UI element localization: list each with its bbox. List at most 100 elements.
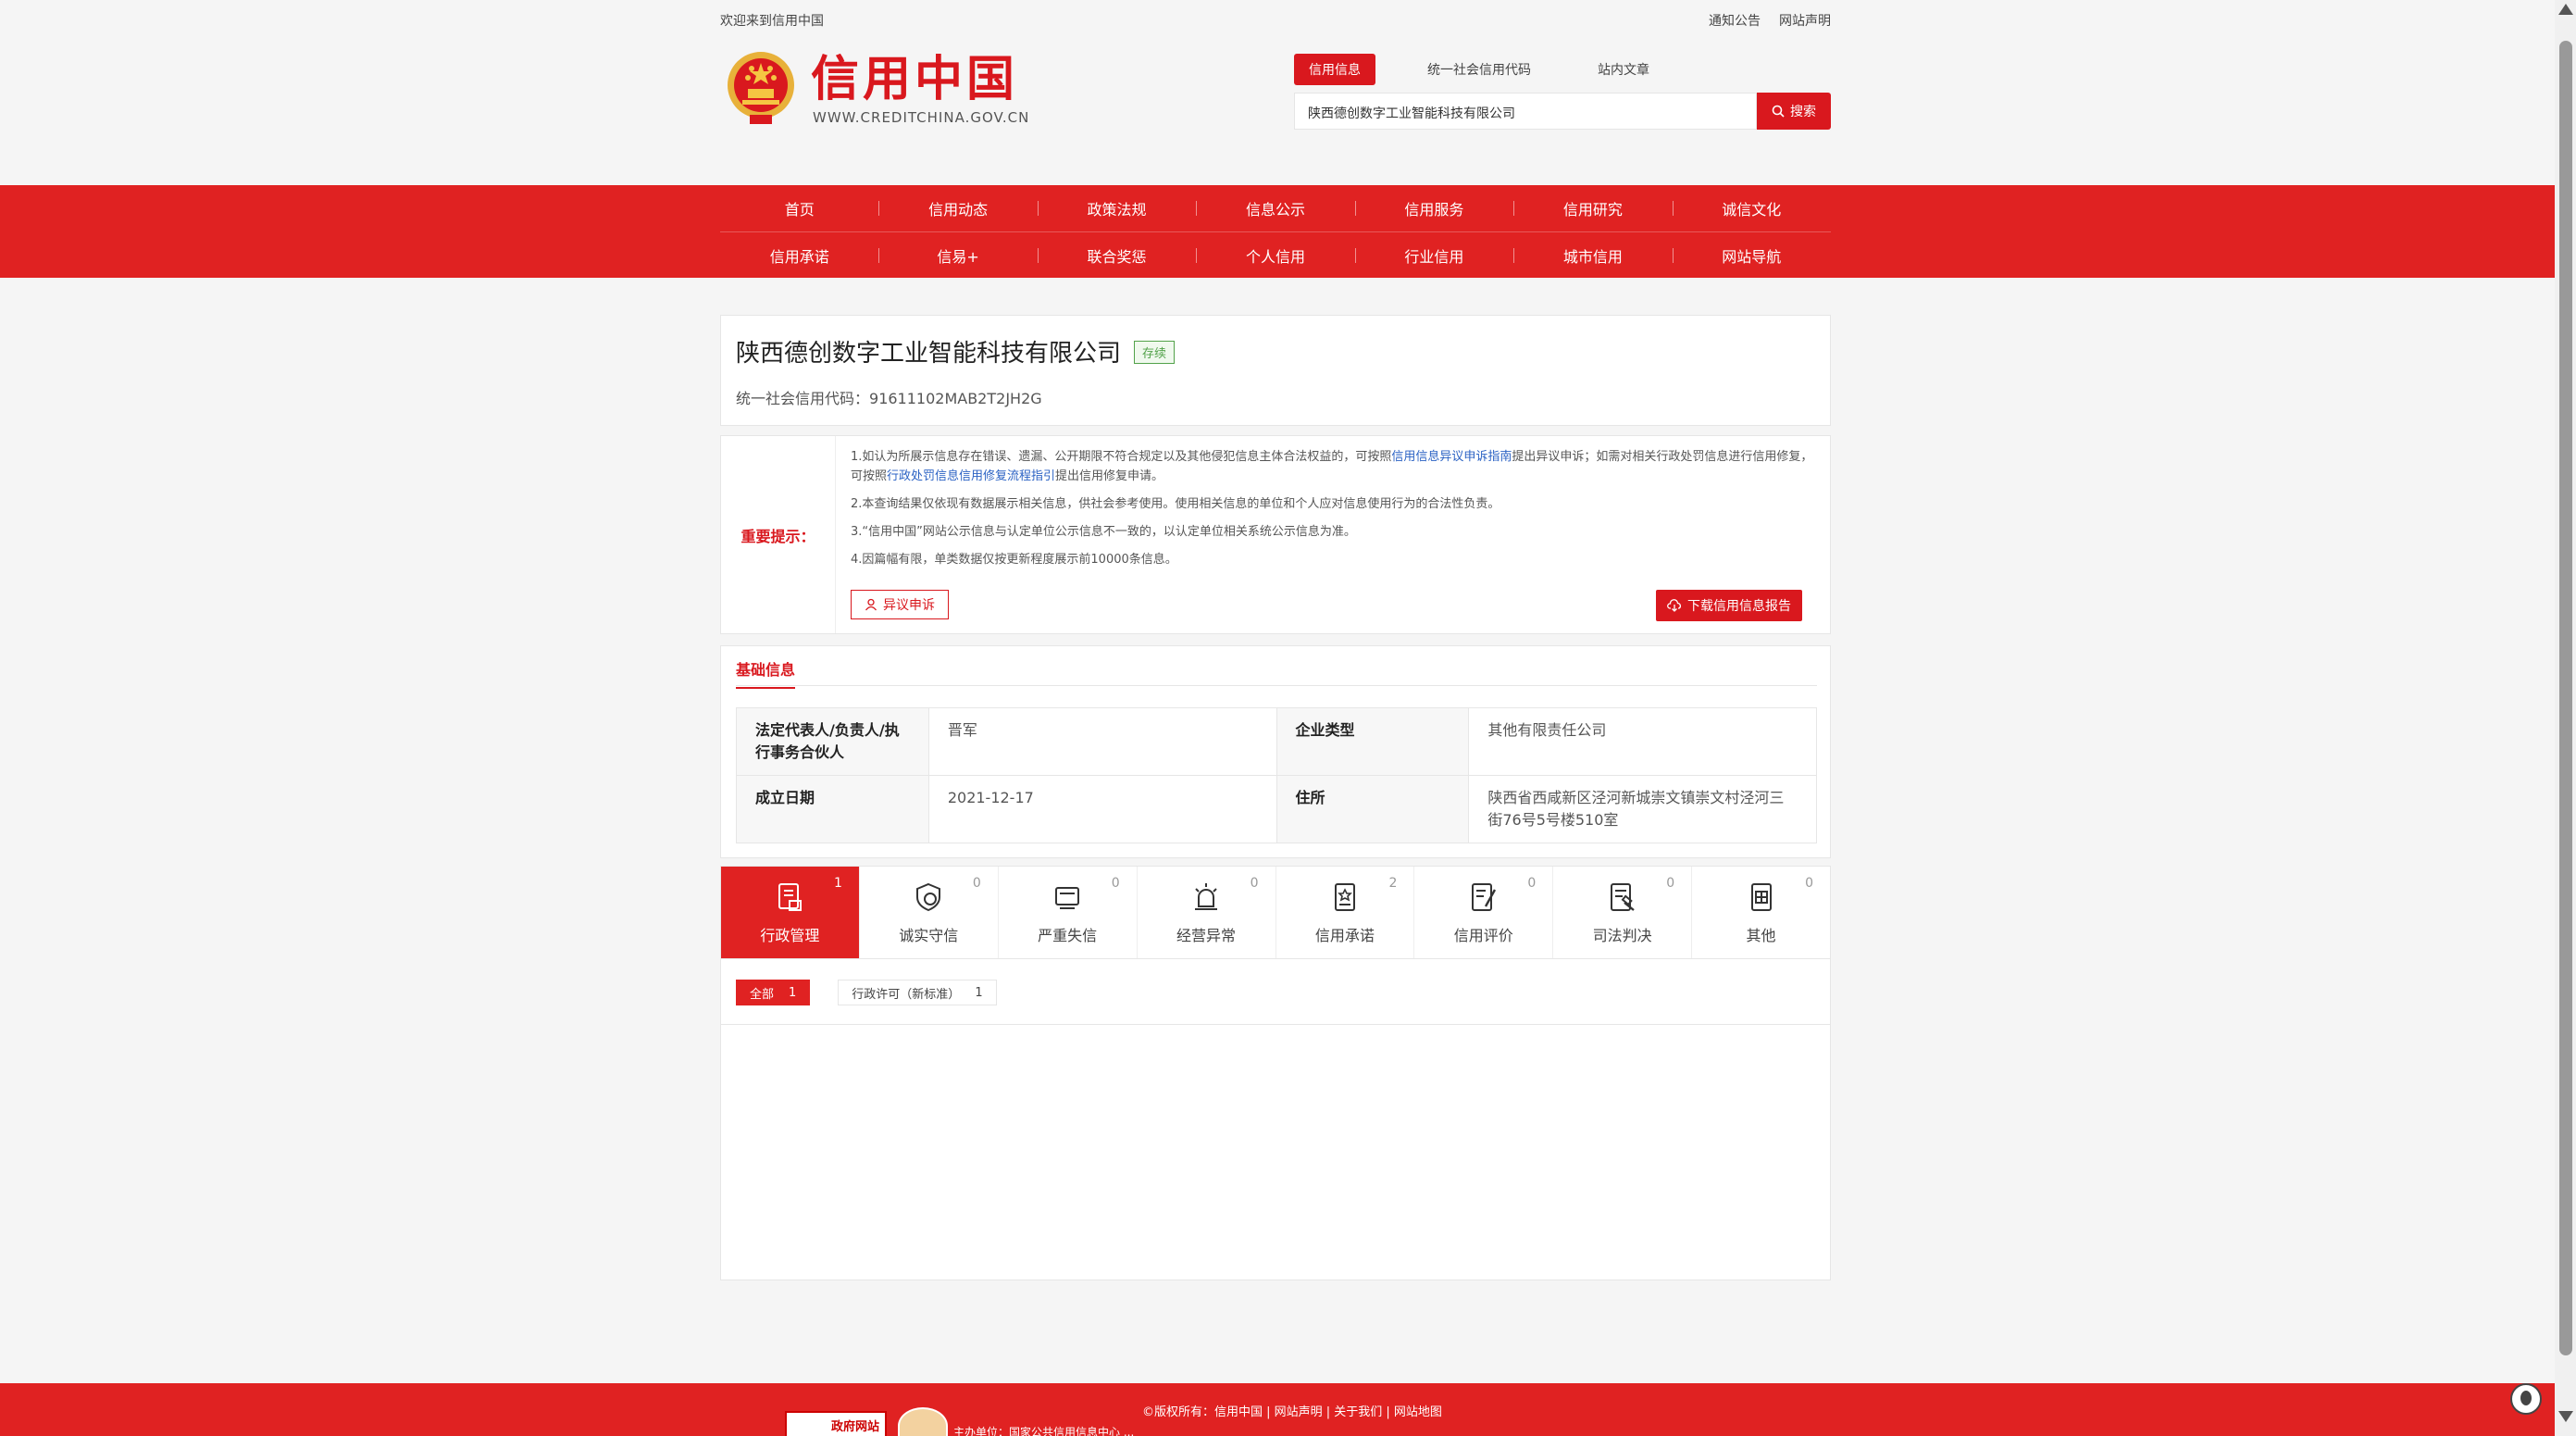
tab-admin-management[interactable]: 1 行政管理 <box>721 867 860 958</box>
footer: 政府网站 ©版权所有：信用中国 | 网站声明 | 关于我们 | 网站地图 主办单… <box>0 1383 2555 1436</box>
dishonest-icon <box>1055 886 1080 909</box>
notice-link[interactable]: 通知公告 <box>1709 11 1761 30</box>
nav-item-culture[interactable]: 诚信文化 <box>1672 197 1831 219</box>
credit-code-value: 91611102MAB2T2JH2G <box>869 390 1042 407</box>
assistant-avatar-icon[interactable] <box>2510 1383 2542 1415</box>
nav-item-sitemap[interactable]: 网站导航 <box>1672 244 1831 267</box>
tab-evaluation[interactable]: 0 信用评价 <box>1414 867 1554 958</box>
sub-tab-admin-license[interactable]: 行政许可（新标准） 1 <box>838 980 997 1005</box>
statement-link[interactable]: 网站声明 <box>1779 11 1831 30</box>
tab-abnormal[interactable]: 0 经营异常 <box>1138 867 1276 958</box>
search-icon <box>1772 105 1785 118</box>
header: 信用中国 WWW.CREDITCHINA.GOV.CN 信用信息 统一社会信用代… <box>720 46 1831 148</box>
tab-label: 行政管理 <box>760 926 820 944</box>
party-emblem-icon[interactable] <box>898 1407 948 1436</box>
tab-promise[interactable]: 2 信用承诺 <box>1276 867 1415 958</box>
tab-count: 1 <box>833 876 842 891</box>
scroll-up-arrow-icon[interactable] <box>2558 4 2573 15</box>
national-emblem-icon[interactable] <box>726 50 796 128</box>
sub-tabs: 全部 1 行政许可（新标准） 1 <box>736 980 997 1005</box>
status-badge: 存续 <box>1134 341 1176 364</box>
search-tab-credit-info[interactable]: 信用信息 <box>1294 54 1375 85</box>
alarm-icon <box>1195 882 1218 910</box>
tab-count: 0 <box>972 876 981 891</box>
tab-count: 0 <box>1250 876 1259 891</box>
search-button-label: 搜索 <box>1790 105 1816 119</box>
objection-button[interactable]: 异议申诉 <box>851 590 949 619</box>
tab-label: 信用承诺 <box>1314 926 1375 944</box>
top-bar: 欢迎来到信用中国 通知公告 网站声明 <box>720 0 1831 37</box>
nav-item-disclosure[interactable]: 信息公示 <box>1196 197 1354 219</box>
address-value: 陕西省西咸新区泾河新城崇文镇崇文村泾河三街76号5号楼510室 <box>1468 775 1817 843</box>
tab-label: 其他 <box>1746 926 1776 944</box>
person-icon <box>865 598 877 611</box>
notice-item-4: 4.因篇幅有限，单类数据仅按更新程度展示前10000条信息。 <box>851 553 1177 567</box>
tab-honest[interactable]: 0 诚实守信 <box>860 867 999 958</box>
tab-count: 0 <box>1805 876 1813 891</box>
page: 欢迎来到信用中国 通知公告 网站声明 信用中国 WWW.CREDITCHINA.… <box>0 0 2576 1436</box>
tab-label: 诚实守信 <box>899 926 959 944</box>
scroll-down-arrow-icon[interactable] <box>2558 1411 2573 1422</box>
nav-item-research[interactable]: 信用研究 <box>1513 197 1672 219</box>
credit-code-label: 统一社会信用代码： <box>736 390 870 407</box>
nav-item-personal[interactable]: 个人信用 <box>1196 244 1354 267</box>
tab-count: 0 <box>1527 876 1537 891</box>
evaluation-icon <box>1471 882 1496 911</box>
category-tabs: 1 行政管理 0 诚实守信 0 严重失信 0 经营异常 2 信用承诺 0 信用评… <box>721 867 1830 959</box>
other-icon <box>1750 882 1772 911</box>
top-links: 通知公告 网站声明 <box>1709 11 1831 30</box>
nav-item-rewards[interactable]: 联合奖惩 <box>1037 244 1196 267</box>
notice-item-1: 1.如认为所展示信息存在错误、遗漏、公开期限不符合规定以及其他侵犯信息主体合法权… <box>851 450 1813 483</box>
notice-item-2: 2.本查询结果仅依现有数据展示相关信息，供社会参考使用。使用相关信息的单位和个人… <box>851 497 1500 511</box>
credit-records-panel: 1 行政管理 0 诚实守信 0 严重失信 0 经营异常 2 信用承诺 0 信用评… <box>720 866 1831 1280</box>
honest-icon <box>916 882 941 911</box>
scroll-thumb[interactable] <box>2559 41 2572 1355</box>
address-label: 住所 <box>1276 775 1470 843</box>
company-name: 陕西德创数字工业智能科技有限公司 <box>736 340 1122 368</box>
basic-info-title: 基础信息 <box>736 657 796 689</box>
search-input[interactable]: 陕西德创数字工业智能科技有限公司 <box>1294 93 1757 130</box>
nav-item-industry[interactable]: 行业信用 <box>1354 244 1513 267</box>
nav-item-service[interactable]: 信用服务 <box>1354 197 1513 219</box>
nav-item-home[interactable]: 首页 <box>720 197 878 219</box>
download-report-label: 下载信用信息报告 <box>1687 599 1791 614</box>
notice-label: 重要提示： <box>721 436 836 633</box>
nav-item-city[interactable]: 城市信用 <box>1513 244 1672 267</box>
basic-info-panel: 基础信息 法定代表人/负责人/执行事务合伙人 晋军 企业类型 其他有限责任公司 … <box>720 645 1831 858</box>
scrollbar[interactable] <box>2555 0 2576 1436</box>
tab-judgment[interactable]: 0 司法判决 <box>1553 867 1693 958</box>
company-type-value: 其他有限责任公司 <box>1468 707 1817 776</box>
footer-organizer: 主办单位：国家公共信用信息中心 ... <box>953 1426 1135 1436</box>
gov-website-badge[interactable]: 政府网站 <box>785 1411 887 1436</box>
search-button[interactable]: 搜索 <box>1757 93 1831 130</box>
nav-item-xinyi[interactable]: 信易+ <box>878 244 1037 267</box>
promise-icon <box>1334 882 1355 911</box>
search-tab-articles[interactable]: 站内文章 <box>1583 54 1664 85</box>
download-report-button[interactable]: 下载信用信息报告 <box>1656 590 1802 621</box>
judgment-icon <box>1610 882 1635 911</box>
main-nav: 首页 信用动态 政策法规 信息公示 信用服务 信用研究 诚信文化 信用承诺 信易… <box>0 185 2555 278</box>
legal-rep-label: 法定代表人/负责人/执行事务合伙人 <box>736 707 929 776</box>
search-tab-credit-code[interactable]: 统一社会信用代码 <box>1412 54 1546 85</box>
founded-date-value: 2021-12-17 <box>927 775 1277 843</box>
cloud-download-icon <box>1667 599 1681 612</box>
nav-item-news[interactable]: 信用动态 <box>878 197 1037 219</box>
repair-guide-link[interactable]: 行政处罚信息信用修复流程指引 <box>887 469 1055 483</box>
company-type-label: 企业类型 <box>1276 707 1470 776</box>
sub-tab-all[interactable]: 全部 1 <box>736 980 811 1005</box>
notice-item-3: 3.“信用中国”网站公示信息与认定单位公示信息不一致的，以认定单位相关系统公示信… <box>851 525 1356 539</box>
basic-info-table: 法定代表人/负责人/执行事务合伙人 晋军 企业类型 其他有限责任公司 成立日期 … <box>736 707 1817 843</box>
objection-button-label: 异议申诉 <box>883 598 935 613</box>
table-row: 法定代表人/负责人/执行事务合伙人 晋军 企业类型 其他有限责任公司 <box>736 707 1817 776</box>
company-header-panel: 陕西德创数字工业智能科技有限公司 存续 统一社会信用代码：91611102MAB… <box>720 315 1831 426</box>
tab-dishonest[interactable]: 0 严重失信 <box>999 867 1138 958</box>
footer-links[interactable]: ©版权所有：信用中国 | 网站声明 | 关于我们 | 网站地图 <box>1142 1402 1442 1419</box>
tab-other[interactable]: 0 其他 <box>1692 867 1830 958</box>
nav-item-policy[interactable]: 政策法规 <box>1037 197 1196 219</box>
objection-guide-link[interactable]: 信用信息异议申诉指南 <box>1391 450 1512 464</box>
search-tabs: 信用信息 统一社会信用代码 站内文章 <box>1294 54 1701 85</box>
welcome-text: 欢迎来到信用中国 <box>720 14 824 29</box>
brand-logo-text[interactable]: 信用中国 <box>811 50 1018 109</box>
nav-item-promise[interactable]: 信用承诺 <box>720 244 878 267</box>
tab-count: 0 <box>1111 876 1120 891</box>
